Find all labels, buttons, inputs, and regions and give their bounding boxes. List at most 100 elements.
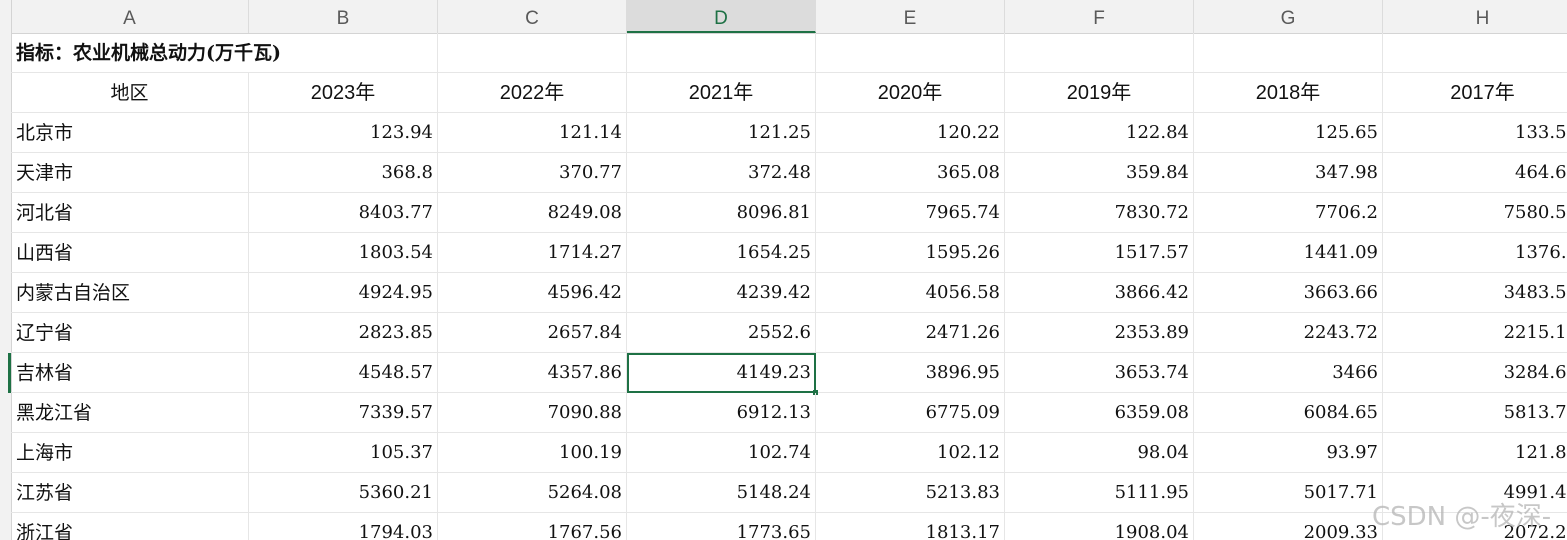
value-cell[interactable]: 370.77 bbox=[438, 153, 627, 193]
value-cell[interactable]: 464.65 bbox=[1383, 153, 1567, 193]
value-cell[interactable]: 1908.04 bbox=[1005, 513, 1194, 540]
value-cell[interactable]: 122.84 bbox=[1005, 113, 1194, 153]
value-cell[interactable]: 93.97 bbox=[1194, 433, 1383, 473]
empty-cell[interactable] bbox=[627, 33, 816, 73]
value-cell[interactable]: 121.14 bbox=[438, 113, 627, 153]
value-cell[interactable]: 4056.58 bbox=[816, 273, 1005, 313]
value-cell[interactable]: 3653.74 bbox=[1005, 353, 1194, 393]
column-header-c[interactable]: C bbox=[438, 0, 627, 33]
value-cell[interactable]: 6359.08 bbox=[1005, 393, 1194, 433]
value-cell[interactable]: 5264.08 bbox=[438, 473, 627, 513]
value-cell[interactable]: 347.98 bbox=[1194, 153, 1383, 193]
value-cell[interactable]: 1595.26 bbox=[816, 233, 1005, 273]
region-cell[interactable]: 上海市 bbox=[11, 433, 249, 473]
value-cell[interactable]: 6084.65 bbox=[1194, 393, 1383, 433]
value-cell[interactable]: 98.04 bbox=[1005, 433, 1194, 473]
value-cell[interactable]: 2471.26 bbox=[816, 313, 1005, 353]
value-cell[interactable]: 7580.58 bbox=[1383, 193, 1567, 233]
region-cell[interactable]: 内蒙古自治区 bbox=[11, 273, 249, 313]
region-cell[interactable]: 北京市 bbox=[11, 113, 249, 153]
value-cell[interactable]: 5360.21 bbox=[249, 473, 438, 513]
value-cell[interactable]: 100.19 bbox=[438, 433, 627, 473]
value-cell[interactable]: 2353.89 bbox=[1005, 313, 1194, 353]
select-all-corner[interactable] bbox=[0, 0, 12, 33]
empty-cell[interactable] bbox=[1194, 33, 1383, 73]
value-cell[interactable]: 2009.33 bbox=[1194, 513, 1383, 540]
value-cell[interactable]: 3483.55 bbox=[1383, 273, 1567, 313]
value-cell[interactable]: 121.84 bbox=[1383, 433, 1567, 473]
value-cell[interactable]: 365.08 bbox=[816, 153, 1005, 193]
value-cell[interactable]: 1803.54 bbox=[249, 233, 438, 273]
value-cell[interactable]: 123.94 bbox=[249, 113, 438, 153]
value-cell[interactable]: 2657.84 bbox=[438, 313, 627, 353]
value-cell[interactable]: 1767.56 bbox=[438, 513, 627, 540]
value-cell[interactable]: 1813.17 bbox=[816, 513, 1005, 540]
value-cell[interactable]: 368.8 bbox=[249, 153, 438, 193]
value-cell[interactable]: 7339.57 bbox=[249, 393, 438, 433]
value-cell[interactable]: 372.48 bbox=[627, 153, 816, 193]
empty-cell[interactable] bbox=[816, 33, 1005, 73]
value-cell[interactable]: 359.84 bbox=[1005, 153, 1194, 193]
value-cell[interactable]: 8403.77 bbox=[249, 193, 438, 233]
value-cell[interactable]: 5148.24 bbox=[627, 473, 816, 513]
value-cell[interactable]: 102.74 bbox=[627, 433, 816, 473]
year-header-cell[interactable]: 2020年 bbox=[816, 73, 1005, 113]
value-cell[interactable]: 1654.25 bbox=[627, 233, 816, 273]
region-cell[interactable]: 黑龙江省 bbox=[11, 393, 249, 433]
region-cell[interactable]: 浙江省 bbox=[11, 513, 249, 540]
year-header-cell[interactable]: 2018年 bbox=[1194, 73, 1383, 113]
value-cell[interactable]: 7706.2 bbox=[1194, 193, 1383, 233]
value-cell[interactable]: 3866.42 bbox=[1005, 273, 1194, 313]
value-cell[interactable]: 6775.09 bbox=[816, 393, 1005, 433]
value-cell[interactable]: 120.22 bbox=[816, 113, 1005, 153]
column-header-f[interactable]: F bbox=[1005, 0, 1194, 33]
empty-cell[interactable] bbox=[438, 33, 627, 73]
value-cell[interactable]: 3896.95 bbox=[816, 353, 1005, 393]
region-header-cell[interactable]: 地区 bbox=[11, 73, 249, 113]
value-cell[interactable]: 3284.65 bbox=[1383, 353, 1567, 393]
value-cell[interactable]: 7090.88 bbox=[438, 393, 627, 433]
region-cell[interactable]: 辽宁省 bbox=[11, 313, 249, 353]
year-header-cell[interactable]: 2022年 bbox=[438, 73, 627, 113]
column-header-a[interactable]: A bbox=[11, 0, 249, 33]
selected-cell[interactable]: 4149.23 bbox=[627, 353, 816, 393]
value-cell[interactable]: 4924.95 bbox=[249, 273, 438, 313]
column-header-e[interactable]: E bbox=[816, 0, 1005, 33]
region-cell[interactable]: 河北省 bbox=[11, 193, 249, 233]
value-cell[interactable]: 1441.09 bbox=[1194, 233, 1383, 273]
column-header-g[interactable]: G bbox=[1194, 0, 1383, 33]
empty-cell[interactable] bbox=[1383, 33, 1567, 73]
value-cell[interactable]: 7830.72 bbox=[1005, 193, 1194, 233]
value-cell[interactable]: 4239.42 bbox=[627, 273, 816, 313]
value-cell[interactable]: 8249.08 bbox=[438, 193, 627, 233]
value-cell[interactable]: 1376.3 bbox=[1383, 233, 1567, 273]
value-cell[interactable]: 121.25 bbox=[627, 113, 816, 153]
value-cell[interactable]: 2823.85 bbox=[249, 313, 438, 353]
value-cell[interactable]: 1714.27 bbox=[438, 233, 627, 273]
value-cell[interactable]: 5017.71 bbox=[1194, 473, 1383, 513]
value-cell[interactable]: 2243.72 bbox=[1194, 313, 1383, 353]
region-cell[interactable]: 天津市 bbox=[11, 153, 249, 193]
value-cell[interactable]: 3466 bbox=[1194, 353, 1383, 393]
value-cell[interactable]: 4357.86 bbox=[438, 353, 627, 393]
empty-cell[interactable] bbox=[1005, 33, 1194, 73]
indicator-title-cell[interactable]: 指标：农业机械总动力(万千瓦) bbox=[11, 33, 438, 73]
value-cell[interactable]: 5213.83 bbox=[816, 473, 1005, 513]
value-cell[interactable]: 6912.13 bbox=[627, 393, 816, 433]
value-cell[interactable]: 133.51 bbox=[1383, 113, 1567, 153]
value-cell[interactable]: 4596.42 bbox=[438, 273, 627, 313]
region-cell[interactable]: 吉林省 bbox=[11, 353, 249, 393]
value-cell[interactable]: 2215.14 bbox=[1383, 313, 1567, 353]
value-cell[interactable]: 1517.57 bbox=[1005, 233, 1194, 273]
value-cell[interactable]: 2552.6 bbox=[627, 313, 816, 353]
value-cell[interactable]: 5111.95 bbox=[1005, 473, 1194, 513]
value-cell[interactable]: 5813.76 bbox=[1383, 393, 1567, 433]
value-cell[interactable]: 1773.65 bbox=[627, 513, 816, 540]
value-cell[interactable]: 3663.66 bbox=[1194, 273, 1383, 313]
year-header-cell[interactable]: 2019年 bbox=[1005, 73, 1194, 113]
value-cell[interactable]: 7965.74 bbox=[816, 193, 1005, 233]
year-header-cell[interactable]: 2023年 bbox=[249, 73, 438, 113]
value-cell[interactable]: 125.65 bbox=[1194, 113, 1383, 153]
year-header-cell[interactable]: 2017年 bbox=[1383, 73, 1567, 113]
value-cell[interactable]: 8096.81 bbox=[627, 193, 816, 233]
